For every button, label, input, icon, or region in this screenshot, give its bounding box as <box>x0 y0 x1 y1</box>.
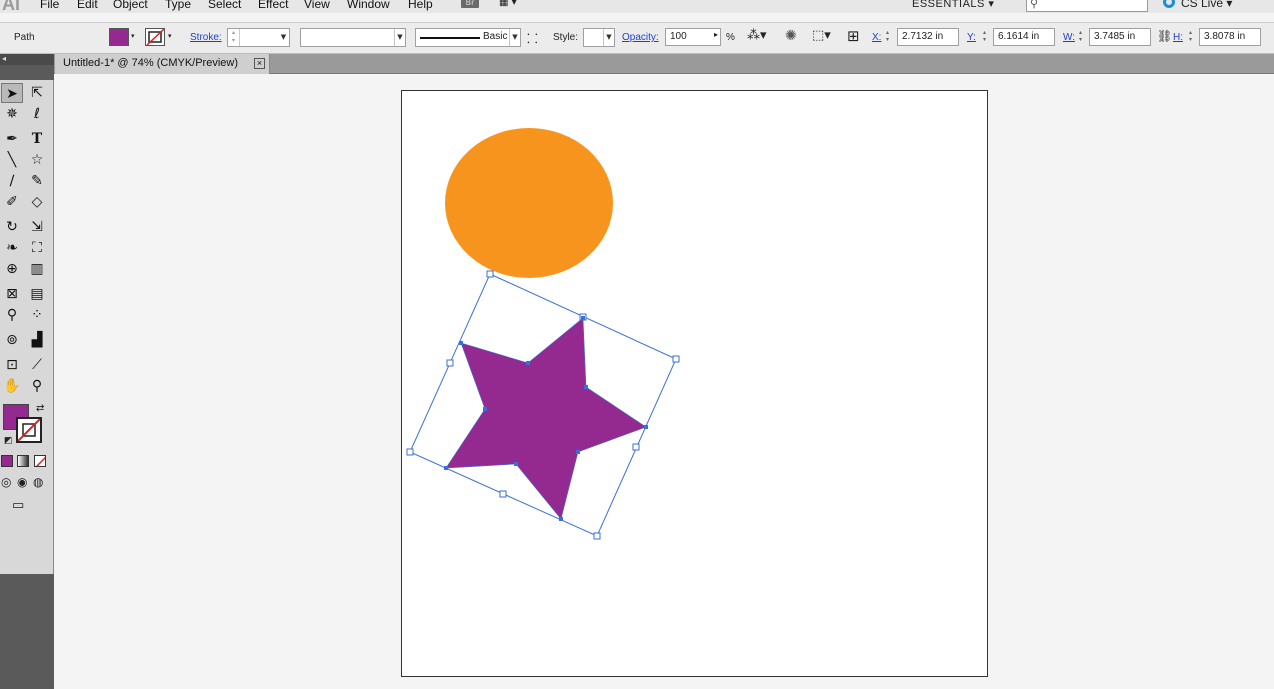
handle-left-middle[interactable] <box>446 359 454 367</box>
orange-ellipse[interactable] <box>445 128 613 278</box>
handle-bottom-middle[interactable] <box>499 490 507 498</box>
artwork-layer <box>406 128 680 540</box>
handle-top-left[interactable] <box>486 270 494 278</box>
handle-bottom-left[interactable] <box>406 448 414 456</box>
purple-star[interactable] <box>445 317 647 520</box>
handle-right-middle[interactable] <box>632 443 640 451</box>
handle-bottom-right[interactable] <box>593 532 601 540</box>
handle-top-right[interactable] <box>672 355 680 363</box>
